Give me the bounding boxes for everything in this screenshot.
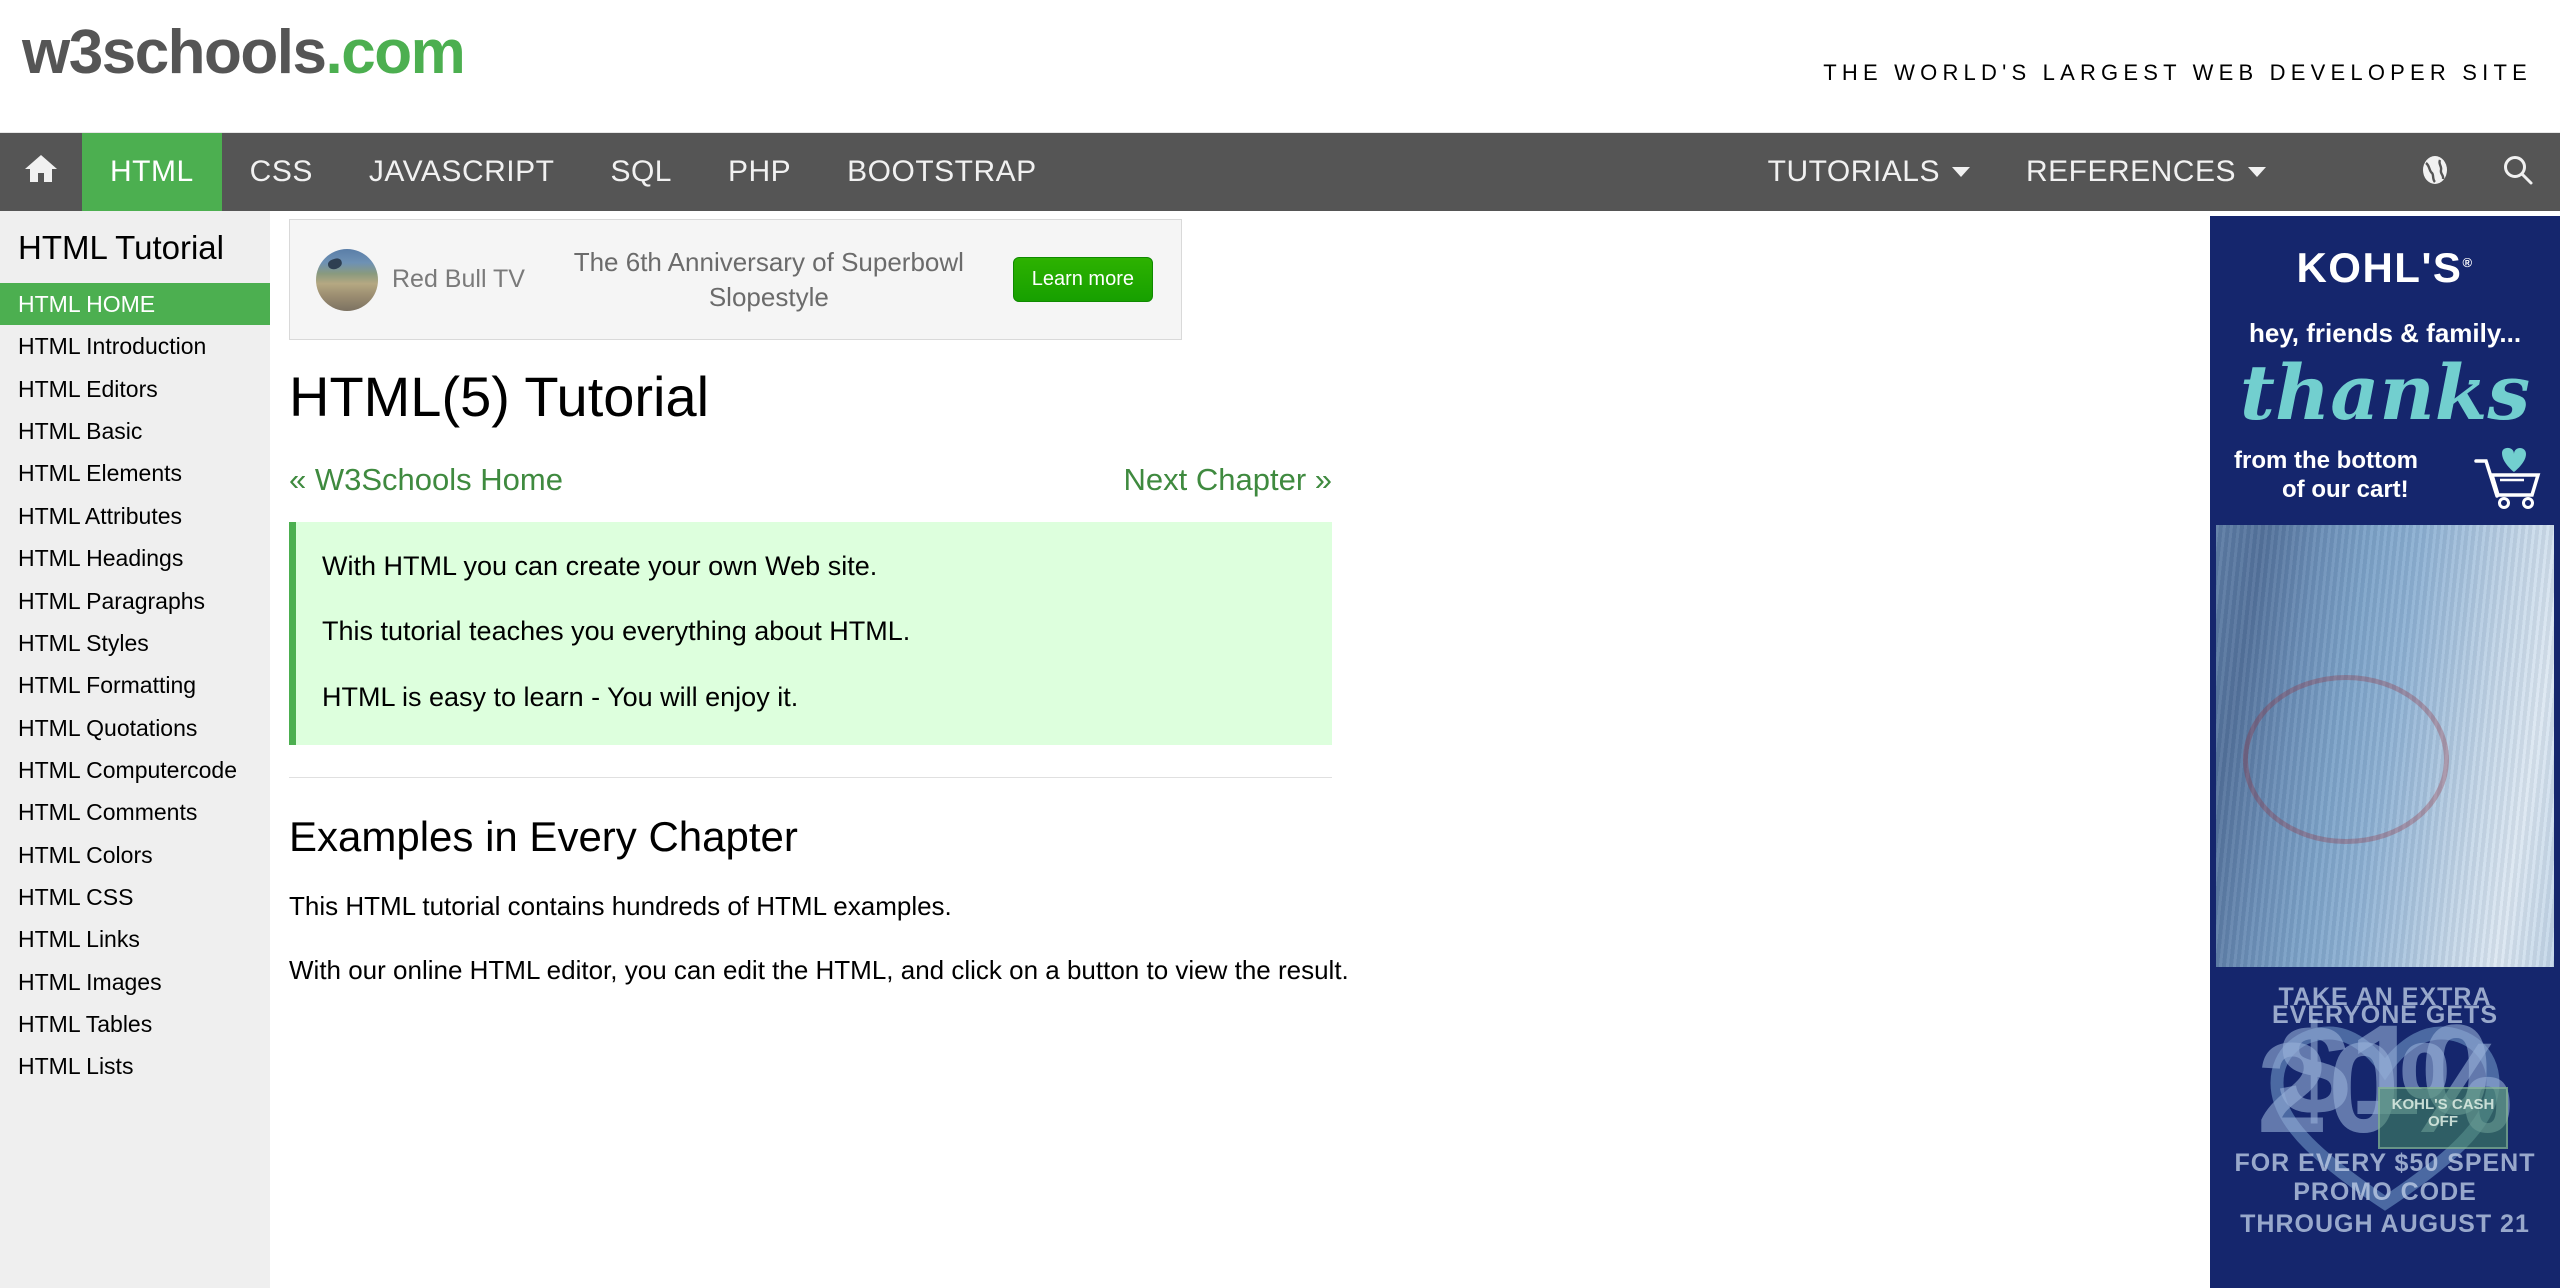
search-icon	[2502, 154, 2534, 191]
nav-search-button[interactable]	[2476, 133, 2560, 211]
sidebar-item-html-headings[interactable]: HTML Headings	[0, 537, 270, 579]
nav-tab-javascript[interactable]: JAVASCRIPT	[341, 133, 583, 211]
ad-subheadline: from the bottom of our cart!	[2210, 447, 2560, 509]
logo-tld-text: .com	[325, 18, 466, 87]
section-heading: Examples in Every Chapter	[289, 812, 798, 860]
callout-paragraph: This tutorial teaches you everything abo…	[322, 616, 911, 647]
sidebar-item-html-quotations[interactable]: HTML Quotations	[0, 707, 270, 749]
sidebar-item-html-links[interactable]: HTML Links	[0, 918, 270, 960]
nav-home-button[interactable]	[0, 133, 82, 211]
nav-tab-label: BOOTSTRAP	[847, 155, 1037, 188]
ad-subheadline-line1: from the bottom	[2234, 447, 2418, 474]
page-title: HTML(5) Tutorial	[289, 365, 710, 428]
advertiser-thumbnail-image	[316, 248, 378, 311]
callout-paragraph: HTML is easy to learn - You will enjoy i…	[322, 682, 799, 713]
promo-footer-b: THROUGH AUGUST 21	[2210, 1210, 2560, 1239]
intro-callout-box: With HTML you can create your own Web si…	[289, 521, 1332, 745]
nav-tab-sql[interactable]: SQL	[582, 133, 700, 211]
nav-tab-css[interactable]: CSS	[222, 133, 341, 211]
promo-footer-text-c: THROUGH AUGUST 21	[2240, 1209, 2530, 1238]
home-icon	[24, 153, 58, 191]
nav-tab-label: CSS	[249, 155, 313, 188]
sidebar-item-html-home[interactable]: HTML HOME	[0, 283, 270, 326]
nav-spacer-right	[2294, 133, 2394, 211]
sidebar-item-html-computercode[interactable]: HTML Computercode	[0, 749, 270, 791]
main-navigation: HTML CSS JAVASCRIPT SQL PHP BOOTSTRAP TU…	[0, 133, 2560, 211]
nav-tab-label: JAVASCRIPT	[368, 155, 555, 188]
shopping-cart-icon	[2466, 447, 2546, 509]
body-paragraph: This HTML tutorial contains hundreds of …	[289, 891, 952, 922]
logo-main-text: w3schools	[22, 18, 327, 87]
nav-menu-references[interactable]: REFERENCES	[1998, 133, 2294, 211]
section-divider	[289, 776, 1332, 778]
sidebar-item-html-css[interactable]: HTML CSS	[0, 876, 270, 918]
brand-name-text: KOHL'S	[2296, 244, 2463, 291]
sidebar-item-html-introduction[interactable]: HTML Introduction	[0, 325, 270, 367]
chapter-navigation: « W3Schools Home Next Chapter »	[289, 462, 1332, 498]
sidebar-item-html-tables[interactable]: HTML Tables	[0, 1003, 270, 1045]
promo-footer-text-b: PROMO CODE	[2293, 1177, 2477, 1206]
ad-promo-block: TAKE AN EXTRA $10 EVERYONE GETS 20% KOHL…	[2210, 967, 2560, 1247]
sidebar-item-html-attributes[interactable]: HTML Attributes	[0, 495, 270, 537]
next-chapter-link[interactable]: Next Chapter »	[1124, 462, 1333, 498]
nav-tab-php[interactable]: PHP	[700, 133, 819, 211]
globe-icon	[2420, 154, 2450, 191]
sidebar-title: HTML Tutorial	[18, 229, 224, 266]
callout-paragraph: With HTML you can create your own Web si…	[322, 550, 878, 581]
nav-menu-tutorials[interactable]: TUTORIALS	[1740, 133, 1998, 211]
sidebar-item-html-formatting[interactable]: HTML Formatting	[0, 664, 270, 706]
advertiser-brand-logo: KOHL'S®	[2210, 244, 2560, 292]
nav-tab-html[interactable]: HTML	[82, 133, 222, 211]
site-logo[interactable]: w3schools.com	[22, 22, 466, 84]
nav-tab-label: SQL	[610, 155, 672, 188]
chevron-down-icon	[2248, 167, 2266, 177]
promo-footer-a: FOR EVERY $50 SPENT PROMO CODE	[2210, 1149, 2560, 1207]
page-body: HTML Tutorial HTML HOME HTML Introductio…	[0, 211, 2560, 1288]
sidebar-item-html-elements[interactable]: HTML Elements	[0, 452, 270, 494]
ad-product-photo-jeans	[2210, 524, 2560, 967]
nav-language-button[interactable]	[2394, 133, 2476, 211]
learn-more-button[interactable]: Learn more	[1012, 257, 1153, 302]
nav-tab-label: PHP	[727, 155, 792, 188]
advertiser-name: Red Bull TV	[392, 265, 525, 293]
sidebar-item-html-images[interactable]: HTML Images	[0, 961, 270, 1003]
nav-tab-label: HTML	[110, 155, 194, 188]
promo-footer-text-a: FOR EVERY $50 SPENT	[2234, 1148, 2536, 1177]
sidebar-item-html-paragraphs[interactable]: HTML Paragraphs	[0, 580, 270, 622]
promo-off-text: OFF	[2428, 1112, 2458, 1130]
kohls-cash-ticket: KOHL'S CASH OFF	[2378, 1086, 2508, 1149]
site-header: w3schools.com THE WORLD'S LARGEST WEB DE…	[0, 0, 2560, 133]
sidebar-item-html-colors[interactable]: HTML Colors	[0, 834, 270, 876]
body-paragraph: With our online HTML editor, you can edi…	[289, 954, 1349, 985]
top-advertisement[interactable]: Red Bull TV The 6th Anniversary of Super…	[289, 219, 1182, 340]
sidebar-item-html-basic[interactable]: HTML Basic	[0, 410, 270, 452]
advertisement-headline: The 6th Anniversary of Superbowl Slopest…	[573, 247, 964, 312]
right-advertisement[interactable]: KOHL'S® hey, friends & family... thanks …	[2210, 216, 2560, 1288]
sidebar-item-html-editors[interactable]: HTML Editors	[0, 368, 270, 410]
ad-greeting-text: hey, friends & family...	[2248, 318, 2522, 348]
nav-menu-label: TUTORIALS	[1767, 155, 1940, 188]
previous-chapter-link[interactable]: « W3Schools Home	[289, 462, 563, 498]
sidebar: HTML Tutorial HTML HOME HTML Introductio…	[0, 211, 270, 1288]
ad-script-headline: thanks	[2239, 348, 2531, 437]
kohls-cash-text: KOHL'S CASH	[2391, 1095, 2495, 1113]
sidebar-item-html-comments[interactable]: HTML Comments	[0, 791, 270, 833]
chevron-down-icon	[1951, 167, 1970, 177]
sidebar-item-html-lists[interactable]: HTML Lists	[0, 1045, 270, 1087]
nav-tab-bootstrap[interactable]: BOOTSTRAP	[819, 133, 1065, 211]
sidebar-item-html-styles[interactable]: HTML Styles	[0, 622, 270, 664]
nav-menu-label: REFERENCES	[2025, 155, 2236, 188]
trademark-mark: ®	[2462, 255, 2474, 270]
main-content: Red Bull TV The 6th Anniversary of Super…	[289, 211, 1349, 1288]
site-tagline: THE WORLD'S LARGEST WEB DEVELOPER SITE	[1823, 60, 2532, 85]
